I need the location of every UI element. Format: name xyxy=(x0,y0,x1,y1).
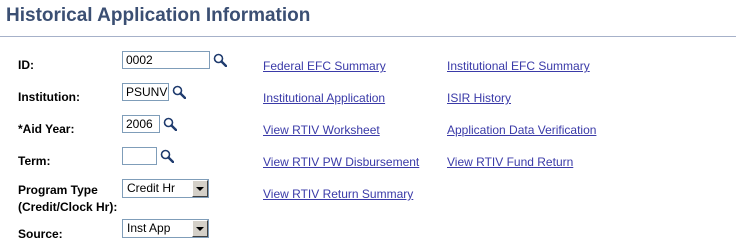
view-rtiv-fund-return-link[interactable]: View RTIV Fund Return xyxy=(447,154,573,170)
source-select[interactable]: Inst App xyxy=(122,219,209,238)
source-label: Source: xyxy=(18,227,63,241)
aid-year-lookup-icon[interactable] xyxy=(163,117,177,131)
aid-year-label: *Aid Year: xyxy=(18,122,75,136)
chevron-down-icon[interactable] xyxy=(192,220,208,237)
institutional-efc-summary-link[interactable]: Institutional EFC Summary xyxy=(447,58,590,74)
institutional-application-link[interactable]: Institutional Application xyxy=(263,90,385,106)
federal-efc-summary-link[interactable]: Federal EFC Summary xyxy=(263,58,386,74)
program-type-value: Credit Hr xyxy=(127,181,176,195)
title-divider xyxy=(0,36,736,37)
id-label: ID: xyxy=(18,58,34,72)
application-data-verification-link[interactable]: Application Data Verification xyxy=(447,122,596,138)
institution-lookup-icon[interactable] xyxy=(172,85,186,99)
source-value: Inst App xyxy=(127,221,171,235)
id-field[interactable]: 0002 xyxy=(122,51,210,69)
view-rtiv-return-summary-link[interactable]: View RTIV Return Summary xyxy=(263,186,413,202)
term-lookup-icon[interactable] xyxy=(160,149,174,163)
page-title: Historical Application Information xyxy=(6,5,311,26)
institution-label: Institution: xyxy=(18,90,80,104)
isir-history-link[interactable]: ISIR History xyxy=(447,90,511,106)
aid-year-field[interactable]: 2006 xyxy=(122,115,160,133)
view-rtiv-worksheet-link[interactable]: View RTIV Worksheet xyxy=(263,122,380,138)
term-field[interactable] xyxy=(122,147,157,165)
program-type-select[interactable]: Credit Hr xyxy=(122,179,209,198)
program-type-label: Program Type xyxy=(18,183,98,197)
program-type-sublabel: (Credit/Clock Hr): xyxy=(18,200,118,214)
term-label: Term: xyxy=(18,154,51,168)
chevron-down-icon[interactable] xyxy=(192,180,208,197)
institution-field[interactable]: PSUNV xyxy=(122,83,169,101)
id-lookup-icon[interactable] xyxy=(213,53,227,67)
view-rtiv-pw-disbursement-link[interactable]: View RTIV PW Disbursement xyxy=(263,154,419,170)
